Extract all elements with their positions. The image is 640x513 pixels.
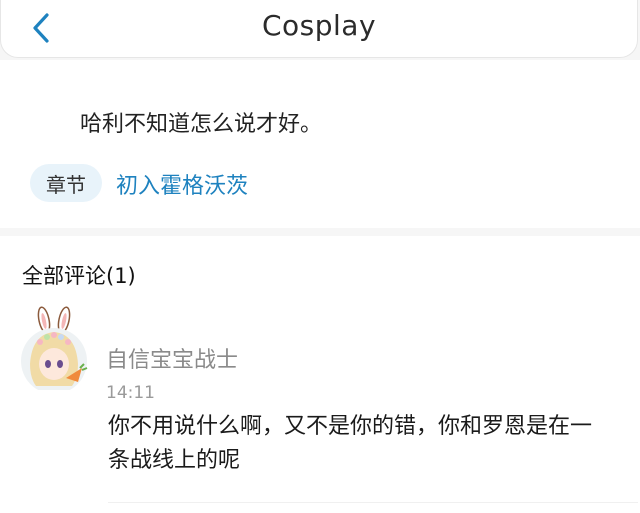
divider [108,502,638,503]
comment-text: 你不用说什么啊，又不是你的错，你和罗恩是在一条战线上的呢 [108,414,593,473]
quote-card: 哈利不知道怎么说才好。 章节 初入霍格沃茨 [0,60,640,228]
chapter-badge: 章节 [30,164,102,202]
top-bar: Cosplay [0,0,638,58]
chapter-link[interactable]: 初入霍格沃茨 [116,168,248,200]
avatar-image [21,306,88,390]
avatar[interactable] [20,306,88,394]
comments-title: 全部评论(1) [22,264,136,288]
comment-time: 14:11 [106,383,155,403]
comments-section: 全部评论(1) 自信宝宝战士 14:11 你不用说什么啊，又不是你的错，你和罗恩… [0,236,640,513]
comment-username[interactable]: 自信宝宝战士 [106,342,238,374]
page-title: Cosplay [261,9,377,42]
quote-text: 哈利不知道怎么说才好。 [80,112,323,137]
